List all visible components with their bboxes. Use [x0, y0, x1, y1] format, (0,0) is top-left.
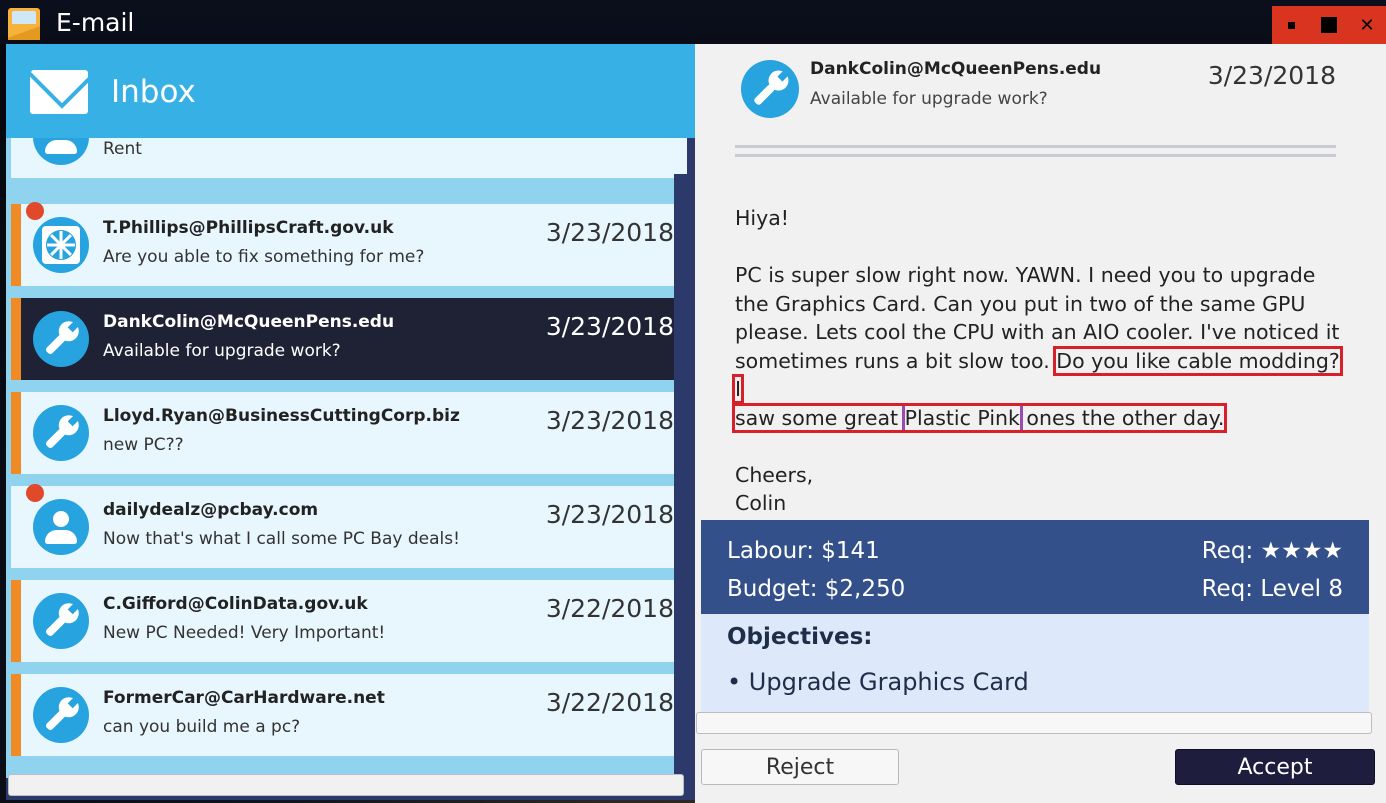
person-icon: [33, 499, 89, 555]
highlighted-color-text: Plastic Pink: [901, 402, 1023, 433]
mail-sender: Lloyd.Ryan@BusinessCuttingCorp.biz: [103, 406, 460, 426]
mail-subject: Available for upgrade work?: [103, 341, 341, 361]
required-rating: Req: ★★★★: [1201, 538, 1343, 564]
message-date: 3/23/2018: [1207, 61, 1336, 90]
mail-subject: Rent: [103, 139, 142, 159]
job-stats: Labour: $141 Budget: $2,250 Req: ★★★★ Re…: [701, 520, 1369, 614]
mail-list-item[interactable]: DankColin@McQueenPens.edu Available for u…: [11, 298, 674, 380]
labour-value: Labour: $141: [727, 538, 880, 564]
message-pane: DankColin@McQueenPens.edu Available for …: [695, 44, 1386, 803]
inbox-pane: Inbox LandlordRent3/26/2018T.Phillips@Ph…: [6, 44, 695, 800]
mail-list-item[interactable]: C.Gifford@ColinData.gov.uk New PC Needed!…: [11, 580, 674, 662]
mail-date: 3/23/2018: [545, 406, 674, 435]
mail-date: 3/23/2018: [545, 500, 674, 529]
message-greeting: Hiya!: [735, 206, 790, 230]
message-divider: [735, 145, 1336, 157]
mail-list: LandlordRent3/26/2018T.Phillips@Phillips…: [6, 138, 674, 778]
mail-subject: New PC Needed! Very Important!: [103, 623, 386, 643]
window-controls: ✕: [1272, 6, 1386, 44]
mail-list-item[interactable]: FormerCar@CarHardware.net can you build m…: [11, 674, 674, 756]
inbox-header: Inbox: [6, 44, 695, 138]
mail-date: 3/23/2018: [545, 312, 674, 341]
mail-list-item[interactable]: T.Phillips@PhillipsCraft.gov.uk Are you a…: [11, 202, 674, 286]
envelope-icon: [30, 70, 88, 114]
wrench-icon: [33, 687, 89, 743]
mail-date: 3/22/2018: [545, 594, 674, 623]
close-button[interactable]: ✕: [1354, 12, 1380, 38]
maximize-button[interactable]: [1316, 12, 1342, 38]
objectives-title: Objectives:: [727, 624, 873, 650]
close-icon: ✕: [1359, 14, 1375, 36]
highlight-pre: saw some great: [735, 405, 899, 430]
unread-indicator: [26, 202, 44, 220]
mail-subject: new PC??: [103, 435, 184, 455]
message-subject: Available for upgrade work?: [810, 89, 1048, 109]
person-icon: [33, 138, 89, 165]
scrollbar-thumb[interactable]: [674, 138, 687, 174]
mail-list-item[interactable]: LandlordRent3/26/2018: [11, 138, 674, 178]
inbox-title: Inbox: [111, 74, 196, 110]
minimize-icon: [1287, 21, 1295, 29]
mail-subject: Are you able to fix something for me?: [103, 247, 425, 267]
message-signature: Colin: [735, 491, 787, 515]
mail-sender: dailydealz@pcbay.com: [103, 500, 319, 520]
minimize-button[interactable]: [1278, 12, 1304, 38]
message-paragraph: PC is super slow right now. YAWN. I need…: [731, 261, 1345, 433]
required-level: Req: Level 8: [1201, 576, 1343, 602]
wrench-icon: [33, 593, 89, 649]
mail-sender: FormerCar@CarHardware.net: [103, 688, 385, 708]
highlight-post: ones the other day.: [1026, 405, 1225, 430]
mail-subject: Now that's what I call some PC Bay deals…: [103, 529, 460, 549]
highlighted-cable-text-line2: saw some great Plastic Pink ones the oth…: [731, 402, 1228, 433]
message-signoff: Cheers,: [735, 462, 814, 487]
objectives-horizontal-scrollbar[interactable]: [696, 712, 1372, 734]
maximize-icon: [1321, 17, 1337, 33]
email-app-icon: [8, 8, 40, 40]
wrench-icon: [33, 405, 89, 461]
budget-value: Budget: $2,250: [727, 576, 906, 602]
objective-item: • Upgrade Graphics Card: [727, 668, 1029, 696]
mail-date: 3/22/2018: [545, 688, 674, 717]
mail-list-horizontal-scrollbar[interactable]: [8, 774, 684, 796]
accept-button[interactable]: Accept: [1175, 749, 1375, 785]
mail-subject: can you build me a pc?: [103, 717, 301, 737]
title-bar: E-mail ✕: [0, 0, 1386, 44]
message-sender: DankColin@McQueenPens.edu: [810, 59, 1102, 79]
mail-list-item[interactable]: dailydealz@pcbay.com Now that's what I ca…: [11, 484, 674, 568]
message-body: Hiya! PC is super slow right now. YAWN. …: [731, 204, 1345, 518]
wrench-icon: [33, 311, 89, 367]
mail-sender: DankColin@McQueenPens.edu: [103, 312, 395, 332]
mail-date: 3/23/2018: [545, 218, 674, 247]
unread-indicator: [26, 484, 44, 502]
mail-date: 3/26/2018: [546, 138, 674, 139]
fan-icon: [33, 217, 89, 273]
wrench-icon: [741, 60, 799, 118]
mail-sender: T.Phillips@PhillipsCraft.gov.uk: [103, 218, 394, 238]
window-title: E-mail: [56, 8, 135, 37]
mail-sender: C.Gifford@ColinData.gov.uk: [103, 594, 368, 614]
reject-button[interactable]: Reject: [701, 749, 899, 785]
mail-list-item[interactable]: Lloyd.Ryan@BusinessCuttingCorp.biz new PC…: [11, 392, 674, 474]
objectives-panel: Objectives: • Upgrade Graphics Card: [701, 614, 1369, 714]
mail-list-scrollbar[interactable]: [674, 138, 687, 778]
